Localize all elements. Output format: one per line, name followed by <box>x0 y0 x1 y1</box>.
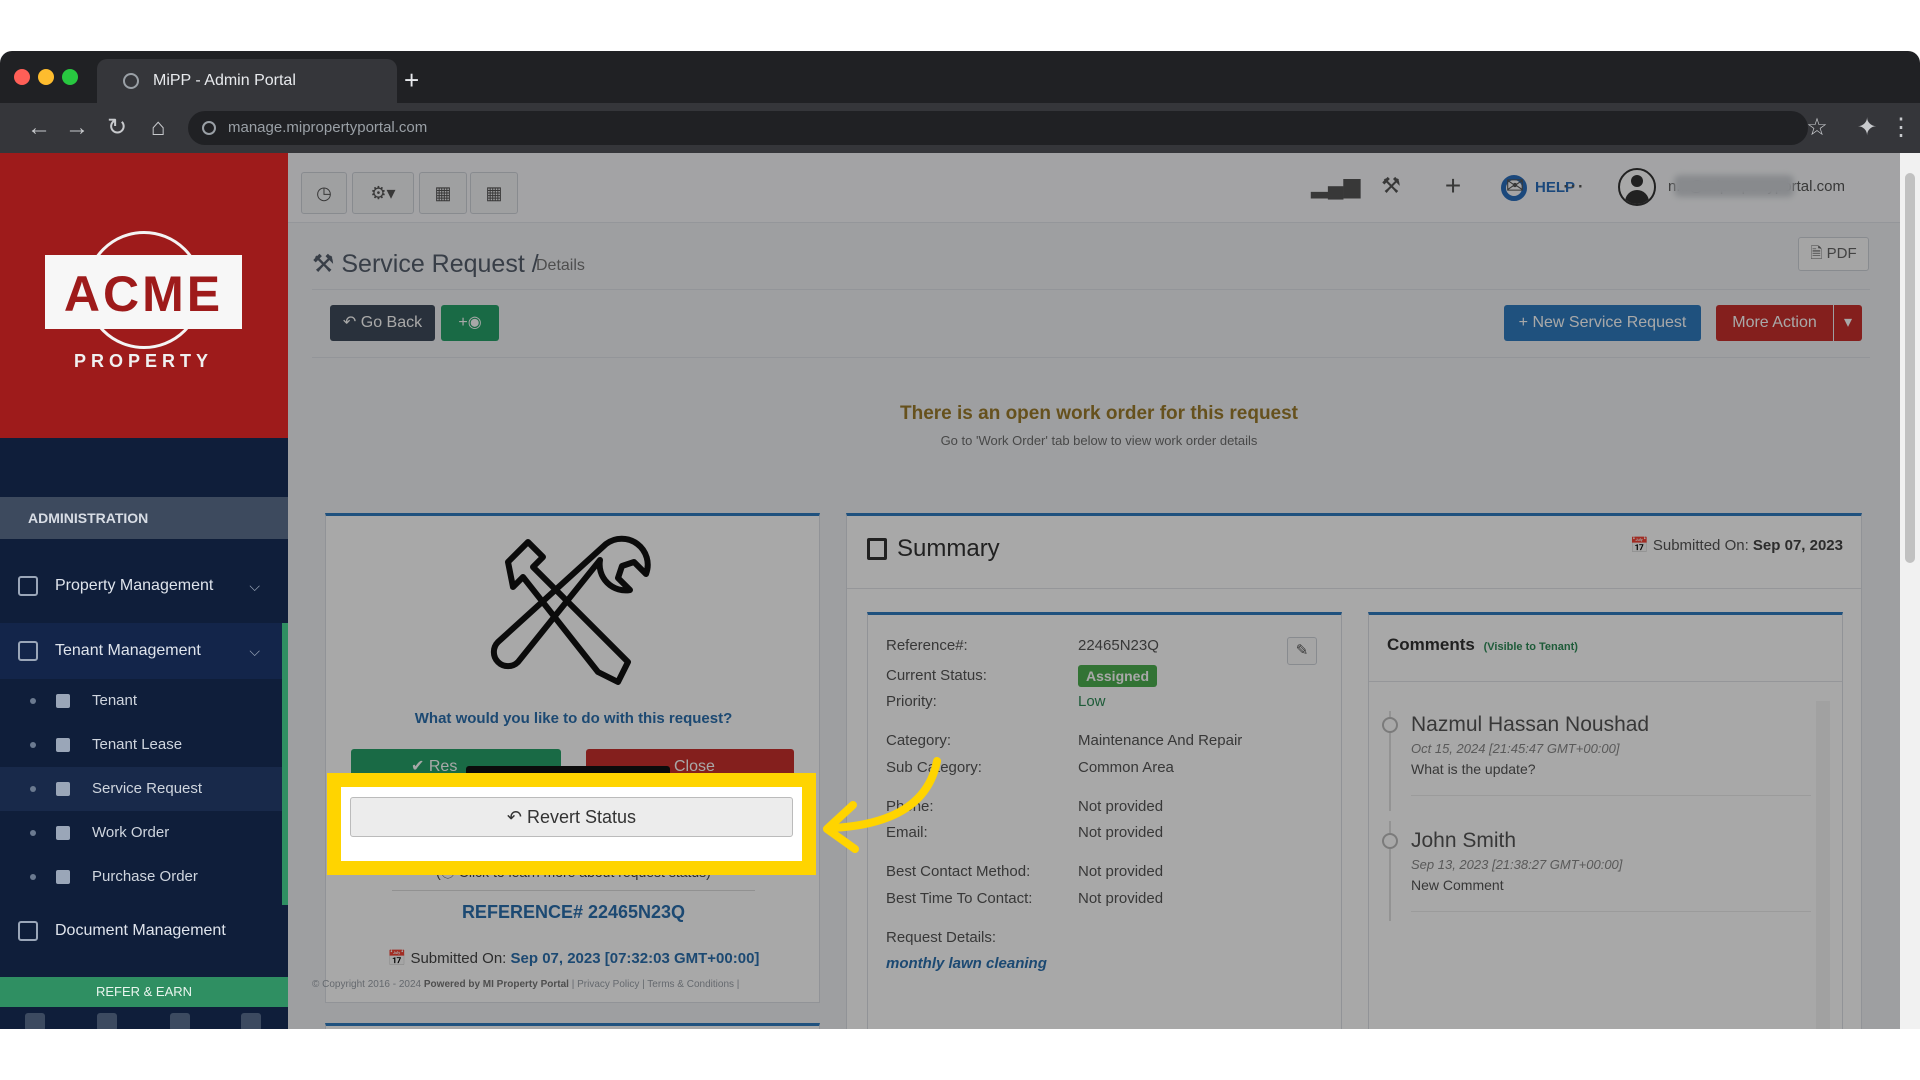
sidebar-item-label: Purchase Order <box>92 868 198 885</box>
calendar-check-icon <box>56 738 70 752</box>
browser-tab[interactable]: MiPP - Admin Portal <box>97 59 397 103</box>
logo-subtext: PROPERTY <box>73 351 214 371</box>
sidebar-item-label: Document Management <box>55 922 226 939</box>
minimize-window-button[interactable] <box>38 69 54 85</box>
browser-window: MiPP - Admin Portal + ← → ↻ ⌂ manage.mip… <box>0 51 1920 1029</box>
site-info-icon[interactable] <box>202 121 216 135</box>
users-icon <box>18 641 38 661</box>
revert-label: Revert Status <box>527 807 637 827</box>
wrench-icon <box>56 782 70 796</box>
maximize-window-button[interactable] <box>62 69 78 85</box>
sidebar-item-label: Tenant <box>92 692 138 709</box>
sidebar-item-tenant-management[interactable]: Tenant Management ⌵ <box>0 623 288 679</box>
tree-dot <box>30 830 36 836</box>
dim-overlay <box>288 153 1920 1029</box>
sidebar: ACME PROPERTY ADMINISTRATION Property Ma… <box>0 153 288 1029</box>
close-window-button[interactable] <box>14 69 30 85</box>
sidebar-item-purchase-order[interactable]: Purchase Order <box>0 855 282 899</box>
person-icon[interactable] <box>170 1013 190 1029</box>
sidebar-item-label: Property Management <box>55 577 214 594</box>
tree-dot <box>30 874 36 880</box>
web-page: ACME PROPERTY ADMINISTRATION Property Ma… <box>0 153 1920 1029</box>
revert-status-button-highlighted[interactable]: ↶ Revert Status <box>350 797 793 837</box>
truck-icon <box>56 870 70 884</box>
chevron-down-icon: ⌵ <box>249 643 260 659</box>
tree-dot <box>30 698 36 704</box>
logo: ACME <box>63 266 224 322</box>
tree-dot <box>30 742 36 748</box>
sidebar-item-tenant-lease[interactable]: Tenant Lease <box>0 723 282 767</box>
tab-title: MiPP - Admin Portal <box>153 72 296 89</box>
back-icon[interactable]: ← <box>24 111 54 145</box>
address-bar[interactable]: manage.mipropertyportal.com <box>188 111 1808 145</box>
browser-toolbar: ← → ↻ ⌂ manage.mipropertyportal.com ☆ ✦ … <box>0 103 1920 153</box>
mail-icon[interactable] <box>25 1013 45 1029</box>
user-icon <box>56 694 70 708</box>
reload-icon[interactable]: ↻ <box>102 111 132 145</box>
sidebar-item-tenant[interactable]: Tenant <box>0 679 282 723</box>
new-tab-button[interactable]: + <box>404 63 419 97</box>
globe-icon <box>123 73 139 89</box>
sidebar-item-label: Work Order <box>92 824 170 841</box>
admin-section-header: ADMINISTRATION <box>0 497 288 539</box>
sidebar-item-service-request[interactable]: Service Request <box>0 767 282 811</box>
bookmark-star-icon[interactable]: ☆ <box>1802 111 1832 145</box>
home-icon[interactable]: ⌂ <box>143 111 173 145</box>
browser-menu-icon[interactable]: ⋮ <box>1886 111 1916 145</box>
building-icon <box>18 576 38 596</box>
tree-dot <box>30 786 36 792</box>
copy-icon <box>56 826 70 840</box>
sidebar-item-work-order[interactable]: Work Order <box>0 811 282 855</box>
briefcase-icon[interactable] <box>97 1013 117 1029</box>
sidebar-item-property-management[interactable]: Property Management ⌵ <box>0 558 288 614</box>
calculator-icon[interactable] <box>241 1013 261 1029</box>
scrollbar-thumb[interactable] <box>1905 173 1915 563</box>
page-scrollbar[interactable] <box>1900 153 1920 1029</box>
chevron-down-icon: ⌵ <box>249 578 260 594</box>
extensions-icon[interactable]: ✦ <box>1852 111 1882 145</box>
refer-earn-button[interactable]: REFER & EARN <box>0 977 288 1007</box>
url-text: manage.mipropertyportal.com <box>228 119 428 136</box>
sidebar-item-document-management[interactable]: Document Management <box>0 903 288 959</box>
forward-icon[interactable]: → <box>62 111 92 145</box>
documents-icon <box>18 921 38 941</box>
callout-arrow-icon <box>823 757 941 853</box>
sidebar-item-label: Tenant Management <box>55 642 201 659</box>
brand-area: ACME PROPERTY <box>0 153 288 438</box>
sidebar-item-label: Tenant Lease <box>92 736 183 753</box>
sidebar-item-label: Service Request <box>92 780 203 797</box>
